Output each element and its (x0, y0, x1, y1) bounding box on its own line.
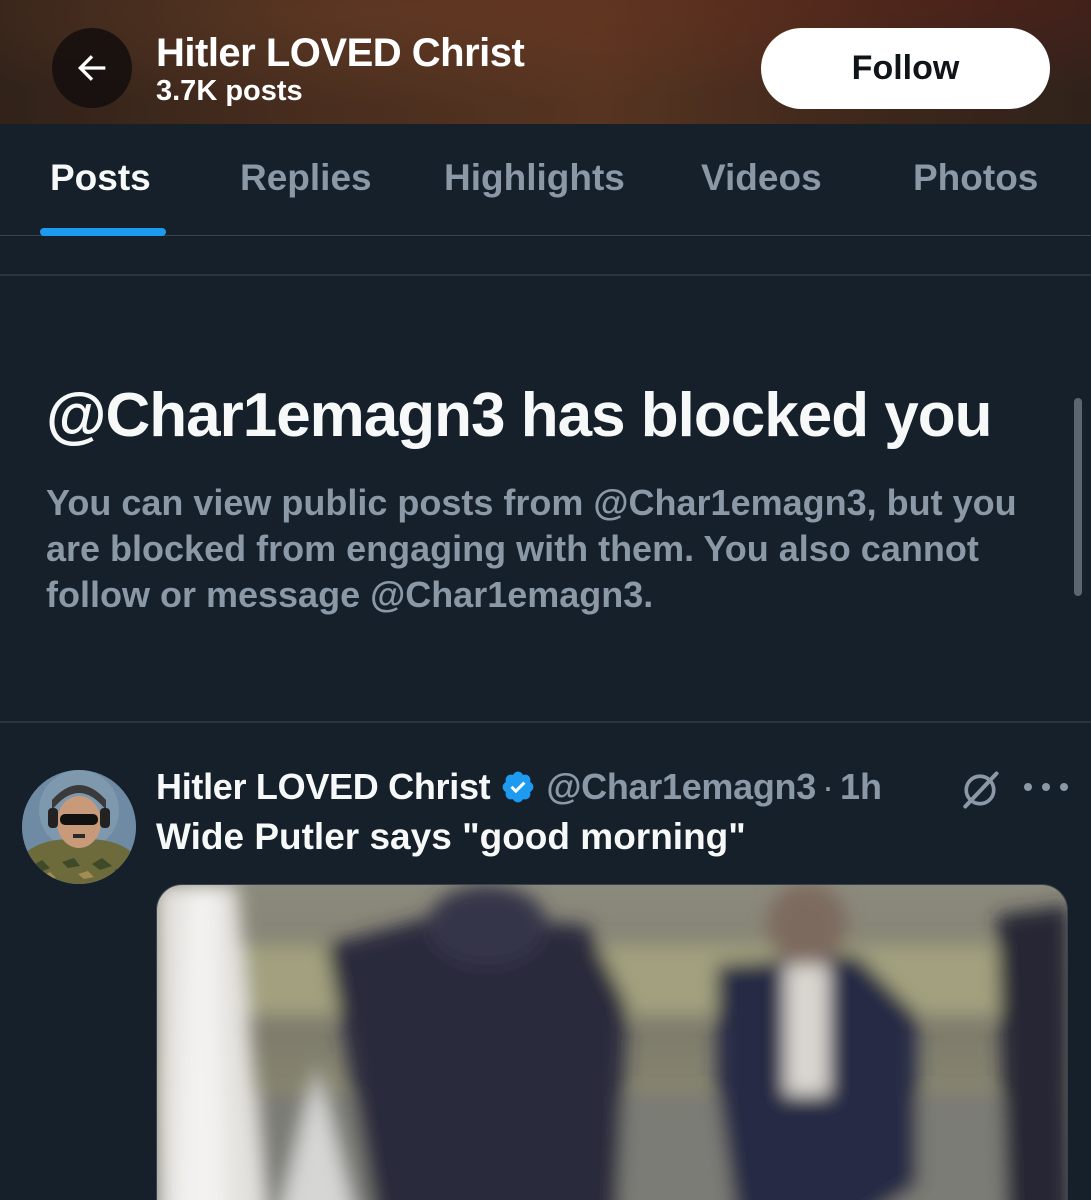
grok-icon[interactable] (958, 768, 1002, 812)
post-header: Hitler LOVED Christ @Char1emagn3 · 1h (156, 764, 882, 810)
divider (0, 721, 1091, 723)
profile-tabs: Posts Replies Highlights Videos Photos (0, 124, 1091, 236)
profile-header: Hitler LOVED Christ 3.7K posts Follow (0, 0, 1091, 124)
tab-photos[interactable]: Photos (913, 156, 1038, 200)
verified-badge-icon (502, 771, 534, 803)
blocked-title: @Char1emagn3 has blocked you (46, 381, 993, 450)
header-title: Hitler LOVED Christ (156, 31, 525, 75)
more-icon[interactable] (1024, 772, 1068, 802)
post-timestamp[interactable]: 1h (840, 766, 882, 808)
avatar[interactable] (22, 770, 136, 884)
post-display-name[interactable]: Hitler LOVED Christ (156, 766, 491, 808)
post-text: Wide Putler says "good morning" (156, 816, 746, 857)
blocked-description: You can view public posts from @Char1ema… (46, 482, 1017, 615)
divider (0, 274, 1091, 276)
post-handle[interactable]: @Char1emagn3 (546, 766, 816, 808)
follow-button[interactable]: Follow (761, 28, 1050, 109)
post-separator: · (821, 766, 834, 807)
arrow-left-icon (78, 55, 106, 81)
back-button[interactable] (52, 28, 132, 108)
tab-posts[interactable]: Posts (50, 156, 151, 200)
tab-videos[interactable]: Videos (701, 156, 822, 200)
active-tab-indicator (40, 228, 166, 236)
post-media-video[interactable] (156, 884, 1068, 1200)
post-count: 3.7K posts (156, 75, 303, 107)
profile-page: Hitler LOVED Christ 3.7K posts Follow Po… (0, 0, 1091, 1200)
scrollbar[interactable] (1074, 398, 1082, 596)
tab-replies[interactable]: Replies (240, 156, 372, 200)
tab-highlights[interactable]: Highlights (444, 156, 625, 200)
